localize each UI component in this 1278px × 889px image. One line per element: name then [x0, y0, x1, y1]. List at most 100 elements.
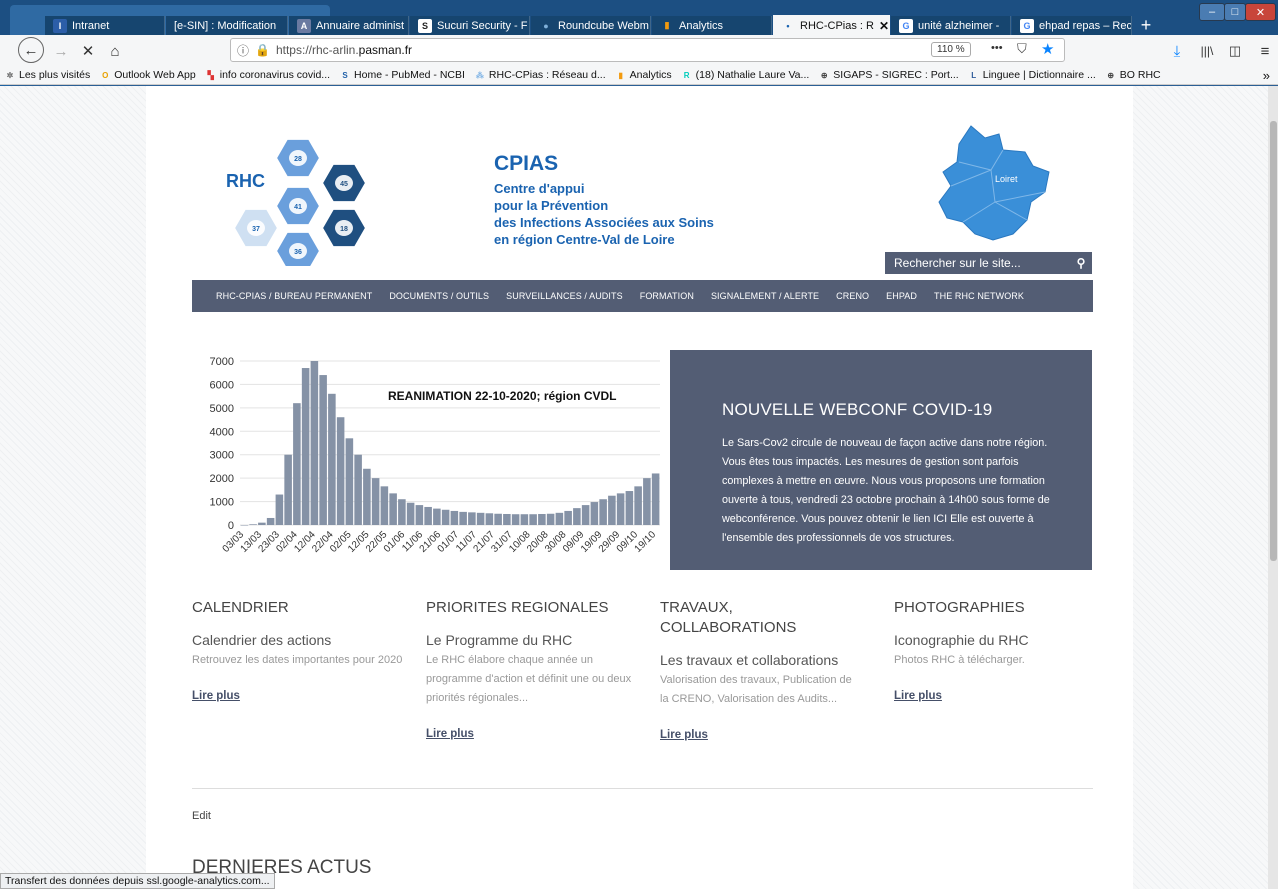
chart-bar	[398, 499, 406, 525]
tab-label: RHC-CPias : R	[800, 19, 874, 32]
browser-toolbar: ← → ✕ ⌂ ⓘ 🔒 https://rhc-arlin.pasman.fr …	[0, 35, 1278, 85]
bookmark-item[interactable]: ⁂ RHC-CPias : Réseau d...	[474, 69, 606, 81]
chart-bar	[441, 509, 450, 525]
webconf-banner[interactable]: NOUVELLE WEBCONF COVID-19 Le Sars-Cov2 c…	[670, 350, 1092, 570]
tab-sucuri[interactable]: S Sucuri Security - F	[410, 16, 530, 35]
nav-item[interactable]: RHC-CPIAS / BUREAU PERMANENT	[216, 291, 372, 301]
chart-bar	[538, 513, 546, 525]
read-more-link[interactable]: Lire plus	[894, 690, 1094, 702]
tab-rhc-cpias[interactable]: • RHC-CPias : R ✕	[773, 15, 890, 35]
bookmark-item[interactable]: ▚ info coronavirus covid...	[205, 69, 330, 81]
close-tab-icon[interactable]: ✕	[879, 19, 889, 33]
chart-bar	[476, 512, 485, 525]
y-tick-label: 3000	[210, 450, 234, 462]
bookmark-label: RHC-CPias : Réseau d...	[488, 69, 606, 81]
column-subheading[interactable]: Iconographie du RHC	[894, 632, 1094, 648]
menu-icon[interactable]: ≡	[1254, 40, 1276, 62]
column-subheading[interactable]: Les travaux et collaborations	[660, 652, 860, 668]
chart-title: REANIMATION 22-10-2020; région CVDL	[388, 389, 617, 403]
chart-bar	[503, 513, 511, 525]
info-icon[interactable]: ⓘ	[237, 42, 249, 59]
tab-intranet[interactable]: I Intranet	[45, 16, 165, 35]
stop-icon[interactable]: ✕	[77, 40, 99, 62]
gear-icon: ✲	[6, 70, 14, 80]
forward-arrow-icon[interactable]: →	[50, 40, 72, 62]
scrollbar[interactable]	[1268, 86, 1278, 889]
edit-link[interactable]: Edit	[192, 810, 211, 822]
library-icon[interactable]: |||\	[1196, 40, 1218, 62]
tab-label: Roundcube Webm	[558, 19, 649, 32]
tab-roundcube[interactable]: ● Roundcube Webm	[531, 16, 651, 35]
column-subheading[interactable]: Le Programme du RHC	[426, 632, 641, 648]
cpias-line: des Infections Associées aux Soins	[494, 215, 714, 230]
star-icon[interactable]: ★	[1041, 40, 1054, 58]
hexagon-label: 37	[252, 226, 260, 233]
tab-ehpad[interactable]: Gehpad repas – Rec	[1012, 16, 1132, 35]
chart-bar	[301, 368, 310, 525]
bookmark-item[interactable]: O Outlook Web App	[99, 69, 196, 81]
bookmark-item[interactable]: ⊕ SIGAPS - SIGREC : Port...	[818, 69, 959, 81]
minimize-button[interactable]: –	[1199, 3, 1225, 21]
read-more-link[interactable]: Lire plus	[192, 690, 407, 702]
read-more-link[interactable]: Lire plus	[426, 728, 641, 740]
close-window-button[interactable]: ✕	[1245, 3, 1276, 21]
search-icon[interactable]: ⚲	[1070, 256, 1092, 270]
nav-item[interactable]: THE RHC NETWORK	[934, 291, 1024, 301]
bookmarks-overflow-icon[interactable]: »	[1263, 68, 1278, 83]
google-icon: G	[1020, 18, 1034, 33]
url-host: pasman.fr	[358, 43, 413, 57]
main-nav: RHC-CPIAS / BUREAU PERMANENT DOCUMENTS /…	[192, 280, 1093, 312]
webconf-text: Le Sars-Cov2 circule de nouveau de façon…	[722, 437, 1050, 544]
bookmark-item[interactable]: ▮ Analytics	[615, 69, 672, 81]
bookmark-item[interactable]: S Home - PubMed - NCBI	[339, 69, 465, 81]
chart-bar	[310, 361, 319, 525]
column-subheading[interactable]: Calendrier des actions	[192, 632, 407, 648]
read-more-link[interactable]: Lire plus	[660, 729, 860, 741]
address-bar[interactable]: ⓘ 🔒 https://rhc-arlin.pasman.fr 110 % ••…	[230, 38, 1065, 62]
nav-item[interactable]: DOCUMENTS / OUTILS	[389, 291, 489, 301]
home-icon[interactable]: ⌂	[104, 40, 126, 62]
nav-item[interactable]: FORMATION	[640, 291, 694, 301]
chart-bar	[651, 473, 660, 525]
search-placeholder: Rechercher sur le site...	[894, 256, 1021, 270]
travaux-column: TRAVAUX, COLLABORATIONS Les travaux et c…	[660, 598, 860, 741]
nav-item[interactable]: SURVEILLANCES / AUDITS	[506, 291, 623, 301]
bookmark-label: Outlook Web App	[114, 69, 196, 81]
sidebar-icon[interactable]: ◫	[1224, 40, 1246, 62]
download-icon[interactable]: ⤓	[1166, 40, 1188, 62]
column-heading: TRAVAUX, COLLABORATIONS	[660, 599, 797, 636]
nav-item[interactable]: EHPAD	[886, 291, 917, 301]
pocket-icon[interactable]: ⛉	[1017, 41, 1027, 57]
maximize-button[interactable]: □	[1224, 3, 1246, 21]
zoom-indicator[interactable]: 110 %	[931, 42, 971, 57]
search-input[interactable]: Rechercher sur le site... ⚲	[885, 252, 1092, 274]
bookmark-label: Analytics	[629, 69, 672, 81]
x-tick-label: 19/10	[633, 529, 659, 555]
url-text[interactable]: https://rhc-arlin.pasman.fr	[276, 43, 412, 57]
hexagon-label: 45	[340, 181, 348, 188]
nav-item[interactable]: SIGNALEMENT / ALERTE	[711, 291, 819, 301]
chart-bar	[511, 514, 520, 525]
nav-item[interactable]: CRENO	[836, 291, 869, 301]
bookmark-item[interactable]: L Linguee | Dictionnaire ...	[968, 69, 1096, 81]
more-menu-icon[interactable]: •••	[991, 42, 1003, 54]
chart-bar	[625, 491, 634, 525]
rhc-hexagon-logo: RHC 28 45 41 37 18 36	[226, 137, 368, 266]
tab-analytics[interactable]: ▮ Analytics	[652, 16, 772, 35]
bookmark-item[interactable]: ⊕ BO RHC	[1105, 69, 1160, 81]
tab-annuaire[interactable]: A Annuaire administ	[289, 16, 409, 35]
bookmark-item[interactable]: R (18) Nathalie Laure Va...	[681, 69, 810, 81]
bookmark-label: Les plus visités	[19, 69, 91, 81]
back-arrow-icon[interactable]: ←	[18, 37, 44, 63]
dot-icon: •	[786, 20, 790, 31]
y-tick-label: 2000	[210, 473, 234, 485]
chart-bar	[599, 499, 607, 525]
page-viewport: RHC 28 45 41 37 18 36 CPIAS Centre d'appui po…	[0, 86, 1278, 889]
new-tab-button[interactable]: +	[1134, 16, 1158, 35]
chart-bar	[564, 510, 572, 525]
chart-bar	[266, 517, 275, 525]
bookmark-item[interactable]: ✲ Les plus visités	[4, 69, 91, 81]
tab-alzheimer[interactable]: Gunité alzheimer -	[891, 16, 1011, 35]
tab-esin[interactable]: [e-SIN] : Modification	[166, 16, 288, 35]
scrollbar-thumb[interactable]	[1270, 121, 1277, 561]
